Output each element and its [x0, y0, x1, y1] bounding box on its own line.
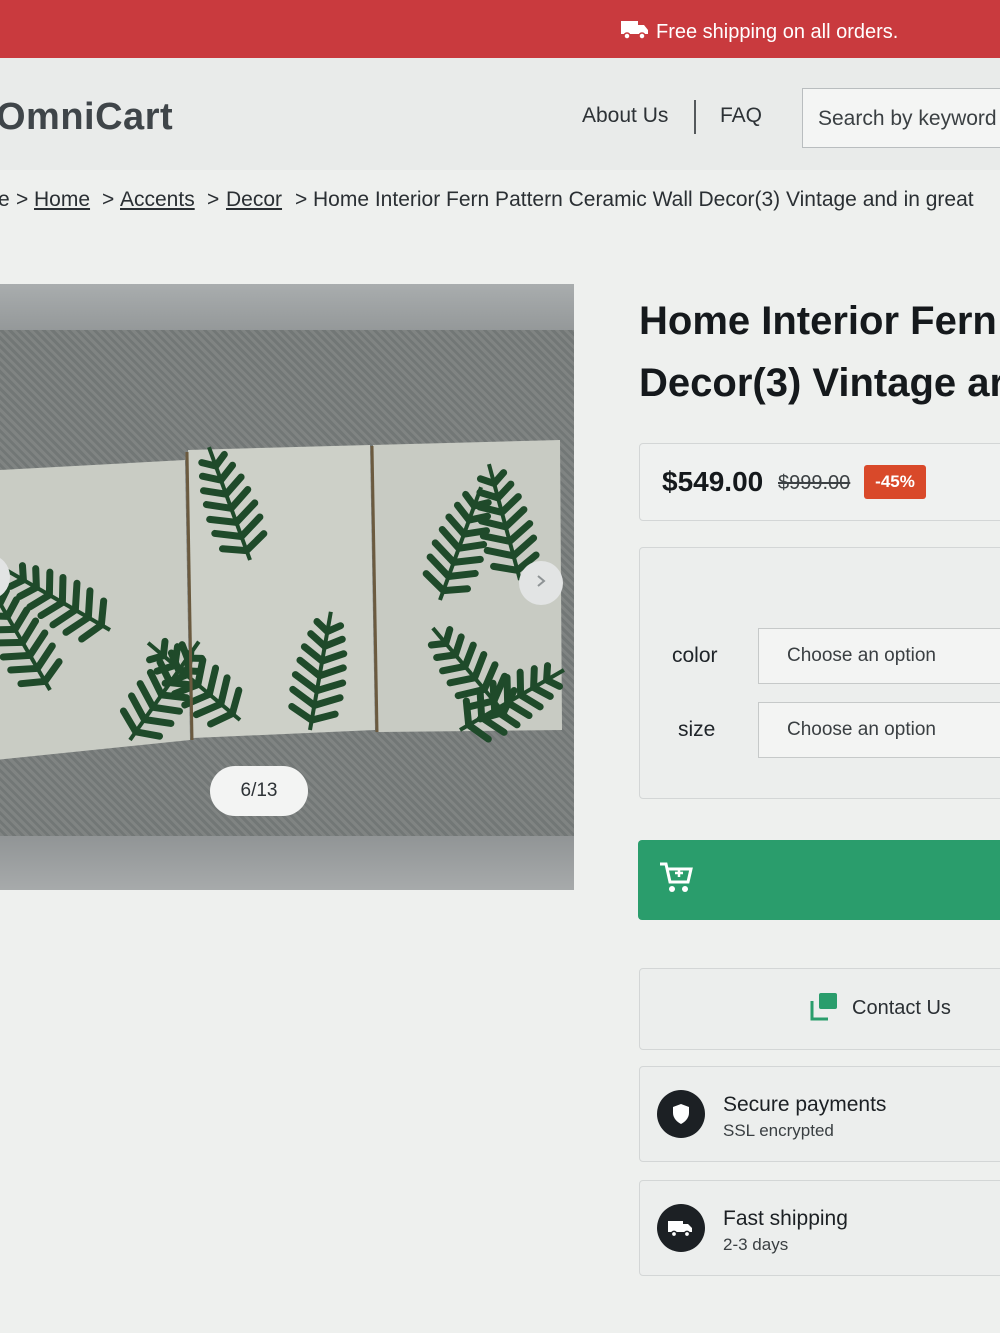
contact-us-button[interactable]: Contact Us — [639, 968, 1000, 1050]
breadcrumb-separator: > — [102, 188, 115, 211]
color-select[interactable]: Choose an option — [758, 628, 1000, 684]
current-price: $549.00 — [662, 466, 764, 497]
product-image[interactable] — [0, 440, 570, 760]
size-select-value: Choose an option — [787, 719, 936, 740]
truck-icon — [657, 1204, 705, 1252]
feature-subtitle: 2-3 days — [723, 1235, 789, 1254]
color-label: color — [672, 644, 718, 667]
discount-badge: -45% — [864, 465, 926, 499]
cart-icon — [658, 860, 694, 899]
breadcrumb-truncated[interactable]: e — [0, 188, 10, 212]
truck-icon — [620, 18, 650, 46]
product-title-line-1: Home Interior Fern — [639, 299, 997, 343]
breadcrumb: e > Home > Accents > Decor > Home Interi… — [0, 188, 1000, 222]
breadcrumb-accents[interactable]: Accents — [120, 188, 195, 212]
gallery-counter: 6/13 — [210, 766, 308, 816]
search-placeholder: Search by keyword — [818, 107, 997, 130]
feature-subtitle: SSL encrypted — [723, 1121, 834, 1140]
feature-title: Secure payments — [723, 1093, 887, 1116]
breadcrumb-decor[interactable]: Decor — [226, 188, 282, 212]
breadcrumb-separator: > — [295, 188, 308, 211]
chat-icon — [808, 991, 840, 1028]
breadcrumb-separator: > — [16, 188, 29, 211]
announcement-message: Free shipping on all orders. — [620, 18, 898, 46]
chevron-right-icon — [534, 574, 548, 593]
nav-about-us[interactable]: About Us — [582, 104, 668, 128]
search-input[interactable]: Search by keyword — [802, 88, 1000, 148]
size-select[interactable]: Choose an option — [758, 702, 1000, 758]
size-label: size — [678, 718, 716, 741]
contact-us-label: Contact Us — [852, 997, 951, 1019]
announcement-text: Free shipping on all orders. — [656, 20, 899, 43]
price-box: $549.00 $999.00 -45% — [639, 443, 1000, 521]
feature-secure-payments: Secure payments SSL encrypted — [639, 1066, 1000, 1162]
variant-options: color Choose an option size Choose an op… — [639, 547, 1000, 799]
breadcrumb-current: Home Interior Fern Pattern Ceramic Wall … — [313, 188, 974, 211]
add-to-cart-button[interactable] — [638, 840, 1000, 920]
site-logo[interactable]: OmniCart — [0, 96, 173, 139]
nav-divider — [694, 100, 696, 134]
feature-title: Fast shipping — [723, 1207, 848, 1230]
product-title-line-2: Decor(3) Vintage ar — [639, 361, 1000, 405]
color-select-value: Choose an option — [787, 645, 936, 666]
announcement-bar: Free shipping on all orders. — [0, 0, 1000, 58]
product-title: Home Interior Fern Decor(3) Vintage ar — [639, 290, 1000, 414]
gallery-next-button[interactable] — [519, 561, 563, 605]
feature-fast-shipping: Fast shipping 2-3 days — [639, 1180, 1000, 1276]
breadcrumb-separator: > — [207, 188, 220, 211]
shield-icon — [657, 1090, 705, 1138]
nav-faq[interactable]: FAQ — [720, 104, 762, 128]
original-price: $999.00 — [778, 472, 851, 494]
breadcrumb-home[interactable]: Home — [34, 188, 90, 212]
